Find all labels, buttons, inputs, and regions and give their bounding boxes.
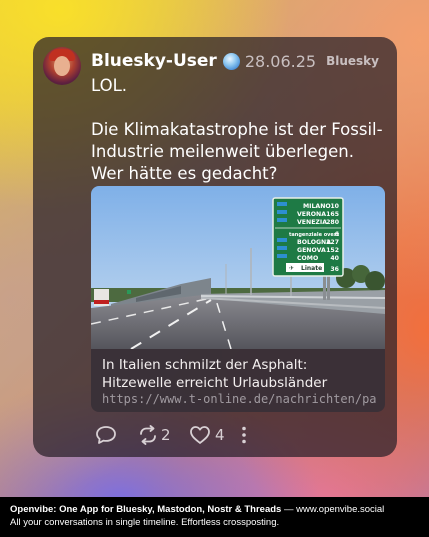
footer-separator: — [281,504,297,515]
svg-text:✈: ✈ [289,265,294,272]
bluesky-globe-icon [222,52,240,70]
repost-icon [140,425,156,445]
footer-brand: Openvibe: One App for Bluesky, Mastodon,… [10,504,282,515]
username[interactable]: Bluesky-User [91,51,217,71]
link-preview-image: MILANO 10 VERONA 165 VENEZIA 280 tangenz… [91,186,385,349]
link-title[interactable]: In Italien schmilzt der Asphalt: Hitzewe… [102,356,377,392]
source-network: Bluesky [326,54,379,68]
avatar[interactable] [43,47,81,85]
sign-city: VENEZIA [297,219,327,226]
post-date: 28.06.25 [244,51,317,71]
sign-km: 36 [330,266,339,273]
sign-km: 280 [326,219,340,226]
sign-km: 152 [326,247,339,254]
post-card[interactable]: Bluesky-User 28.06.25 Bluesky LOL. Die K… [33,37,397,457]
sign-km: 10 [330,203,339,210]
more-vertical-icon [242,426,246,444]
footer-tagline: All your conversations in single timelin… [10,517,280,528]
more-options-button[interactable] [240,424,248,446]
sign-city: COMO [297,255,318,262]
repost-button[interactable]: 2 [137,424,171,446]
post-text-line: LOL. [91,76,128,95]
link-url[interactable]: https://www.t-online.de/nachrichten/pano… [102,392,377,406]
reply-bubble-icon [96,426,116,444]
heart-icon [190,426,210,444]
like-button[interactable]: 4 [189,424,225,446]
post-header: Bluesky-User 28.06.25 Bluesky [91,49,387,73]
sign-city: MILANO [303,203,331,210]
footer-site-link[interactable]: www.openvibe.social [296,504,384,515]
sign-km: 40 [330,255,339,262]
sign-km: 6 [335,231,339,238]
highway-sign: MILANO 10 VERONA 165 VENEZIA 280 tangenz… [289,203,340,262]
sign-city: VERONA [297,211,326,218]
post-text-paragraph: Die Klimakatastrophe ist der Fossil-Indu… [91,120,383,183]
sign-km: 227 [326,239,339,246]
post-actions: 2 4 [93,424,293,446]
post-body: LOL. Die Klimakatastrophe ist der Fossil… [91,75,391,185]
repost-count: 2 [161,426,171,444]
sign-km: 165 [326,211,339,218]
footer-line-1: Openvibe: One App for Bluesky, Mastodon,… [10,503,429,516]
sign-city: Linate [301,265,322,272]
reply-button[interactable] [95,424,117,446]
sign-city: tangenziale ovest [289,232,340,238]
promo-footer: Openvibe: One App for Bluesky, Mastodon,… [0,497,429,537]
sign-city: GENOVA [297,247,326,254]
link-preview-card[interactable]: MILANO 10 VERONA 165 VENEZIA 280 tangenz… [91,186,385,412]
like-count: 4 [215,426,225,444]
